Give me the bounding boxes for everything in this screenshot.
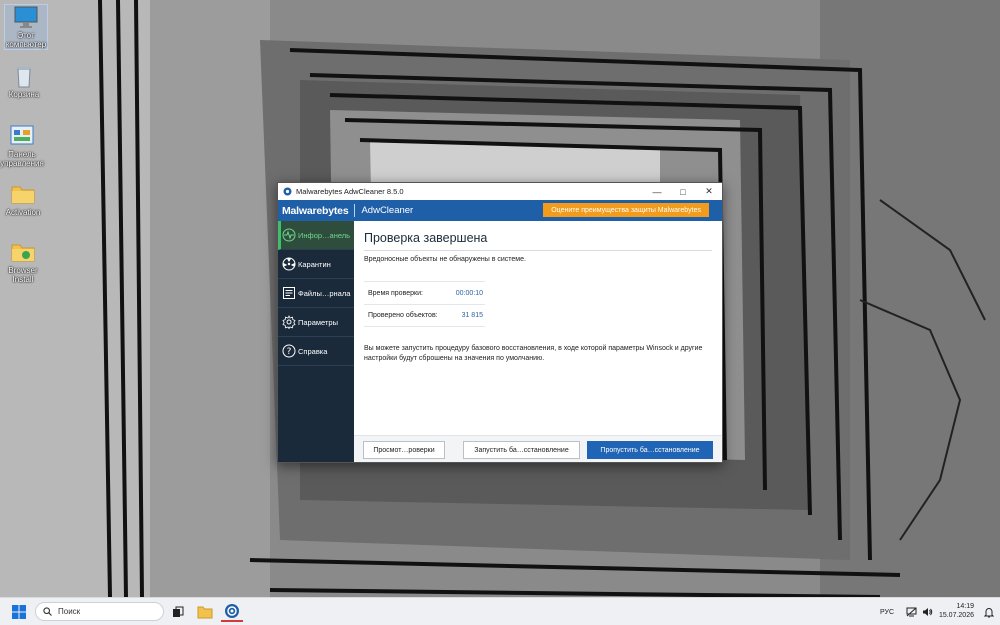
promo-button[interactable]: Оцените преимущества защиты Malwarebytes — [543, 203, 709, 217]
nav-label: Файлы…рнала — [298, 288, 351, 298]
desktop-icon-browser-install[interactable]: Browser Install — [1, 240, 45, 284]
search-placeholder: Поиск — [58, 607, 81, 616]
nav-item-help[interactable]: ? Справка — [278, 337, 354, 366]
speaker-icon — [922, 608, 932, 616]
desktop-icon-label: Корзина — [8, 90, 40, 99]
control-panel-icon — [9, 124, 35, 148]
monitor-icon — [13, 5, 39, 29]
taskbar-clock[interactable]: 14:19 15.07.2026 — [939, 602, 974, 620]
network-icon — [906, 607, 916, 617]
run-basic-repair-button[interactable]: Запустить ба…сстановление — [463, 441, 580, 459]
stat-label: Проверено объектов: — [368, 312, 438, 319]
product-name: AdwCleaner — [361, 205, 414, 216]
taskbar: Поиск РУС 14:19 15.07.2026 — [0, 597, 1000, 625]
stat-label: Время проверки: — [368, 289, 423, 297]
brand-bar: Malwarebytes AdwCleaner Оцените преимуще… — [278, 200, 722, 221]
view-report-button[interactable]: Просмот…роверки — [363, 441, 445, 459]
windows-logo-icon — [12, 605, 26, 619]
radiation-icon — [282, 257, 296, 271]
adwcleaner-window: Malwarebytes AdwCleaner 8.5.0 — □ ✕ Malw… — [277, 182, 723, 463]
desktop-icon-recycle-bin[interactable]: Корзина — [2, 64, 46, 99]
desktop-icon-control-panel[interactable]: Панель управления — [0, 124, 44, 168]
title-divider — [364, 250, 712, 251]
nav-label: Справка — [298, 346, 328, 356]
dashboard-pulse-icon — [282, 228, 296, 242]
start-button[interactable] — [8, 602, 30, 622]
task-view-button[interactable] — [168, 602, 188, 622]
maximize-icon: □ — [680, 186, 686, 197]
desktop-icon-label: Activation — [5, 208, 41, 217]
clock-date: 15.07.2026 — [938, 612, 974, 619]
close-button[interactable]: ✕ — [696, 183, 722, 200]
nav-label: Карантин — [298, 259, 331, 269]
stat-row-scan-time: Время проверки: 00:00:10 — [364, 281, 485, 304]
folder-icon — [10, 240, 36, 264]
log-file-icon — [283, 287, 295, 299]
nav-label: Параметры — [298, 317, 338, 327]
basic-repair-info: Вы можете запустить процедуру базового в… — [364, 345, 703, 362]
taskbar-adwcleaner[interactable] — [221, 602, 243, 622]
help-icon: ? — [282, 344, 296, 358]
nav-item-settings[interactable]: Параметры — [278, 308, 354, 337]
stat-value: 31 815 — [461, 312, 483, 319]
skip-basic-repair-button[interactable]: Пропустить ба…сстановление — [587, 441, 713, 459]
network-status[interactable] — [904, 602, 918, 622]
main-panel: Проверка завершена Вредоносные объекты н… — [354, 221, 722, 462]
desktop-icon-label: Browser Install — [8, 266, 38, 284]
desktop-icon-this-pc[interactable]: Этот компьютер — [4, 4, 48, 50]
scan-stats-table: Время проверки: 00:00:10 Проверено объек… — [364, 281, 485, 327]
desktop-icon-label: Панель управления — [0, 150, 44, 168]
folder-icon — [10, 182, 36, 206]
stat-value: 00:00:10 — [455, 289, 483, 297]
window-title: Malwarebytes AdwCleaner 8.5.0 — [296, 187, 404, 196]
nav-label: Инфор…анель — [298, 230, 351, 240]
brand-divider — [354, 204, 356, 217]
task-view-icon — [173, 606, 184, 617]
maximize-button[interactable]: □ — [670, 183, 696, 200]
minimize-icon: — — [652, 186, 662, 197]
close-icon: ✕ — [705, 186, 713, 196]
notifications-button[interactable] — [982, 602, 996, 622]
search-icon — [43, 607, 52, 616]
adwcleaner-app-icon — [225, 604, 239, 618]
minimize-button[interactable]: — — [644, 183, 670, 200]
language-indicator[interactable]: РУС — [880, 598, 894, 625]
svg-text:?: ? — [287, 347, 292, 357]
scan-result-message: Вредоносные объекты не обнаружены в сист… — [364, 256, 526, 263]
desktop-icon-activation[interactable]: Activation — [1, 182, 45, 217]
window-titlebar[interactable]: Malwarebytes AdwCleaner 8.5.0 — □ ✕ — [278, 183, 722, 200]
adwcleaner-app-icon — [283, 187, 292, 196]
malwarebytes-logo: Malwarebytes — [282, 204, 349, 217]
action-footer: Просмот…роверки Запустить ба…сстановлени… — [354, 435, 722, 462]
desktop-icon-label: Этот компьютер — [5, 31, 47, 49]
volume-control[interactable] — [920, 602, 934, 622]
nav-item-log-files[interactable]: Файлы…рнала — [278, 279, 354, 308]
stat-row-objects-scanned: Проверено объектов: 31 815 — [364, 304, 485, 327]
taskbar-search[interactable]: Поиск — [35, 602, 164, 621]
nav-item-dashboard[interactable]: Инфор…анель — [278, 221, 358, 250]
page-title: Проверка завершена — [364, 231, 488, 245]
bell-icon — [984, 607, 994, 618]
taskbar-file-explorer[interactable] — [194, 602, 216, 622]
nav-item-quarantine[interactable]: Карантин — [278, 250, 354, 279]
folder-icon — [197, 606, 213, 619]
gear-icon — [282, 315, 296, 329]
recycle-bin-icon — [11, 64, 37, 88]
clock-time: 14:19 — [956, 603, 974, 610]
window-body: Инфор…анель Карантин Файлы…рнала Парамет… — [278, 221, 722, 462]
sidebar: Инфор…анель Карантин Файлы…рнала Парамет… — [278, 221, 358, 462]
